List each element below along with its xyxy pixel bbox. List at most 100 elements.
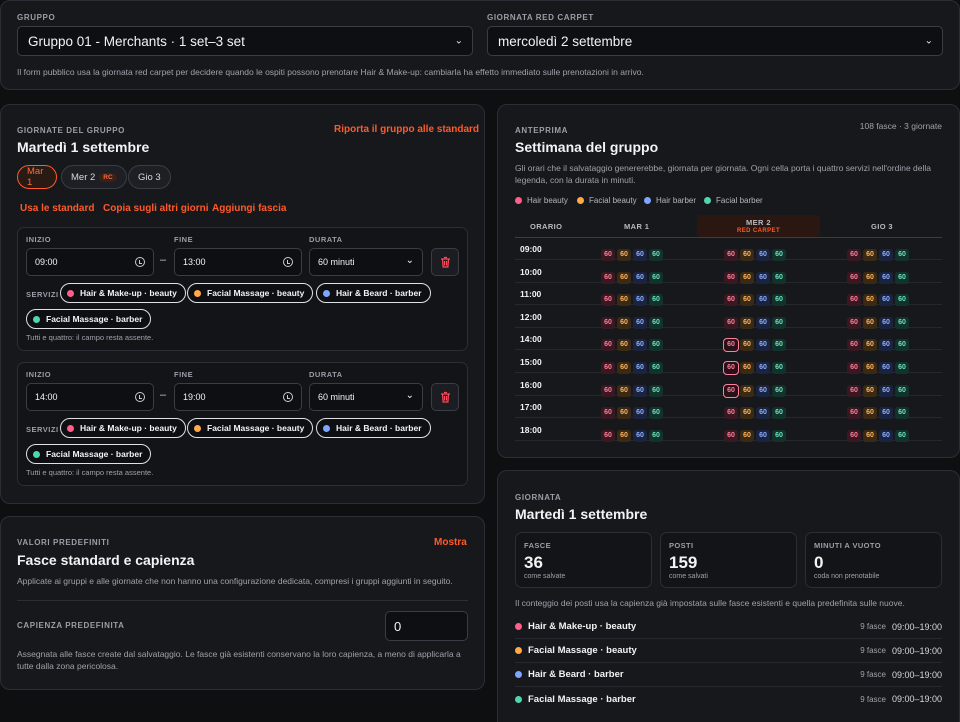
preview-cell: 60 60 60 60: [724, 311, 788, 329]
service-duration-chip: 60: [633, 429, 647, 442]
service-duration-chip: 60: [724, 407, 738, 420]
service-color-dot: [67, 424, 74, 432]
legend-facial-barber: Facial barber: [704, 196, 763, 205]
service-duration-chip: 60: [756, 316, 770, 329]
preview-cell: 60 60 60 60: [601, 243, 665, 261]
service-duration-chip: 60: [879, 339, 893, 352]
preview-row-hour: 15:00: [520, 357, 542, 367]
reset-group-link[interactable]: Riporta il gruppo alle standard: [334, 124, 479, 135]
service-duration-chip: 60: [772, 384, 786, 397]
service-duration-chip: 60: [756, 407, 770, 420]
service-duration-chip: 60: [847, 339, 861, 352]
service-duration-chip: 60: [617, 271, 631, 284]
legend-dot: [704, 197, 711, 204]
service-duration-chip: 60: [740, 271, 754, 284]
duration-select[interactable]: 60 minuti ⌄: [309, 248, 423, 276]
service-duration-chip: 60: [601, 316, 615, 329]
service-chip-hair-makeup-beauty[interactable]: Hair & Make-up · beauty: [60, 283, 186, 303]
service-chip-facial-massage-beauty[interactable]: Facial Massage · beauty: [187, 283, 314, 303]
service-summary-name: Facial Massage · barber: [515, 694, 636, 705]
service-chip-facial-massage-barber[interactable]: Facial Massage · barber: [26, 309, 152, 329]
preview-row: 18:00 60 60 60 60 60 60 60 60 60 60 60 60: [515, 419, 942, 442]
day-tab-label: Mer 2: [71, 171, 96, 183]
service-summary-hours: 09:00–19:00: [891, 694, 942, 704]
chevron-down-icon: ⌄: [924, 35, 933, 47]
preview-cell: 60 60 60 60: [724, 243, 788, 261]
legend-hair-beauty: Hair beauty: [515, 196, 568, 205]
service-chip-label: Hair & Beard · barber: [336, 423, 422, 433]
default-capacity-value: 0: [394, 618, 402, 634]
capacity-desc: Assegnata alle fasce create dal salvatag…: [17, 649, 461, 672]
service-chip-facial-massage-beauty[interactable]: Facial Massage · beauty: [187, 418, 314, 438]
end-time-input[interactable]: 13:00: [174, 248, 302, 276]
trash-icon: [440, 391, 450, 403]
duration-select[interactable]: 60 minuti ⌄: [309, 383, 423, 411]
day-tab-gio-3[interactable]: Gio 3: [128, 165, 171, 189]
service-duration-chip: 60: [617, 384, 631, 397]
preview-cell: 60 60 60 60: [847, 424, 911, 442]
preview-cell: 60 60 60 60: [601, 288, 665, 307]
show-defaults-toggle[interactable]: Mostra: [434, 537, 467, 548]
preview-row-hour: 10:00: [520, 266, 542, 277]
preview-row: 09:00 60 60 60 60 60 60 60 60 60 60 60 60: [515, 238, 942, 261]
preview-title: Settimana del gruppo: [515, 139, 659, 155]
preview-cell: 60 60 60 60: [847, 379, 911, 397]
preview-cell: 60 60 60 60: [847, 266, 911, 284]
service-duration-chip: 60: [633, 339, 647, 352]
legend-dot: [644, 197, 651, 204]
service-duration-chip: 60: [772, 294, 786, 307]
service-chip-facial-massage-barber[interactable]: Facial Massage · barber: [26, 444, 152, 464]
copy-other-days-link[interactable]: Copia sugli altri giorni: [103, 203, 209, 214]
service-color-dot: [323, 289, 330, 297]
end-time-input[interactable]: 19:00: [174, 383, 302, 411]
service-duration-chip: 60: [723, 361, 739, 375]
service-duration-chip: 60: [740, 407, 754, 420]
service-color-dot: [33, 315, 40, 323]
service-duration-chip: 60: [863, 429, 877, 442]
delete-slot-button[interactable]: [431, 383, 459, 411]
service-summary-label: Hair & Beard · barber: [528, 669, 624, 680]
delete-slot-button[interactable]: [431, 248, 459, 276]
service-summary-label: Facial Massage · beauty: [528, 645, 637, 656]
default-capacity-input[interactable]: 0: [385, 611, 468, 641]
defaults-desc: Applicate ai gruppi e alle giornate che …: [17, 576, 453, 586]
trash-icon: [440, 256, 450, 268]
preview-row-hour: 17:00: [520, 402, 542, 413]
durata-label: DURATA: [309, 370, 343, 379]
chevron-down-icon: ⌄: [454, 35, 463, 47]
day-tab-mar-1[interactable]: Mar 1: [17, 165, 57, 189]
service-duration-chip: 60: [633, 407, 647, 420]
service-duration-chip: 60: [879, 294, 893, 307]
start-time-value: 14:00: [35, 392, 58, 402]
add-slot-link[interactable]: Aggiungi fascia: [212, 203, 286, 214]
preview-cell: 60 60 60 60: [601, 333, 665, 352]
start-time-input[interactable]: 14:00: [26, 383, 154, 411]
service-duration-chip: 60: [633, 384, 647, 397]
start-time-input[interactable]: 09:00: [26, 248, 154, 276]
preview-cell: 60 60 60 60: [847, 311, 911, 329]
service-chip-hair-beard-barber[interactable]: Hair & Beard · barber: [316, 283, 431, 303]
preview-row: 14:00 60 60 60 60 60 60 60 60 60 60 60 60: [515, 328, 942, 353]
durata-label: DURATA: [309, 235, 343, 244]
use-standard-link[interactable]: Usa le standard: [20, 203, 94, 214]
service-chip-hair-makeup-beauty[interactable]: Hair & Make-up · beauty: [60, 418, 186, 438]
service-duration-chip: 60: [724, 429, 738, 442]
giornata-red-carpet-select[interactable]: mercoledì 2 settembre ⌄: [487, 26, 943, 56]
service-duration-chip: 60: [601, 249, 615, 261]
red-carpet-badge: RC: [99, 172, 117, 182]
service-duration-chip: 60: [601, 407, 615, 420]
day-summary-desc: Il conteggio dei posti usa la capienza g…: [515, 598, 905, 608]
service-chip-label: Hair & Make-up · beauty: [80, 423, 177, 433]
service-duration-chip: 60: [847, 271, 861, 284]
service-color-dot: [194, 289, 201, 297]
gruppo-select[interactable]: Gruppo 01 - Merchants · 1 set–3 set ⌄: [17, 26, 473, 56]
giornate-title: Martedì 1 settembre: [17, 139, 150, 155]
divider: [17, 600, 468, 601]
day-tab-mer-2[interactable]: Mer 2 RC: [61, 165, 127, 189]
service-duration-chip: 60: [633, 294, 647, 307]
service-chip-hair-beard-barber[interactable]: Hair & Beard · barber: [316, 418, 431, 438]
range-dash: –: [160, 254, 167, 266]
default-capacity-label: CAPIENZA PREDEFINITA: [17, 621, 125, 630]
service-duration-chip: 60: [895, 384, 909, 397]
service-duration-chip: 60: [847, 429, 861, 442]
